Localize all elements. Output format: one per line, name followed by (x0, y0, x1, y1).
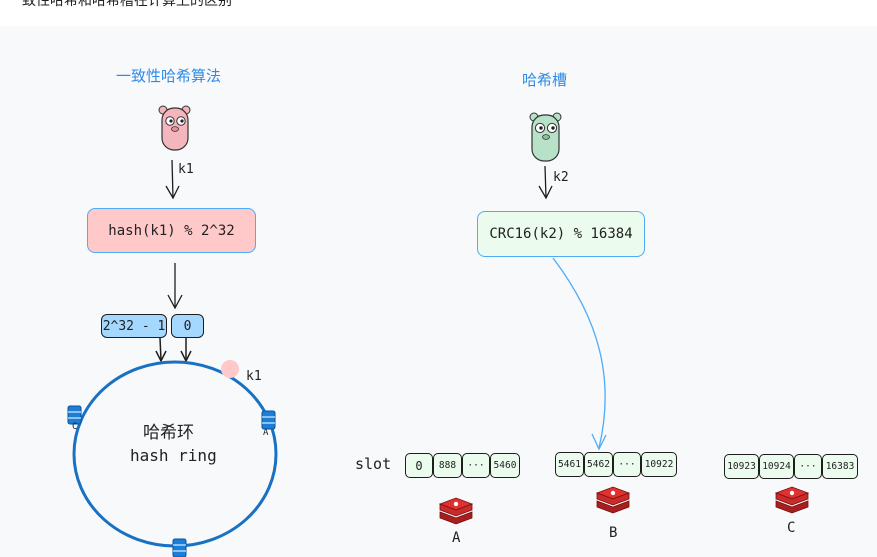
hash-formula-text: hash(k1) % 2^32 (108, 222, 235, 239)
ring-max-text: 2^32 - 1 (102, 318, 166, 334)
node-label-c: C (72, 422, 78, 432)
right-key-label: k2 (553, 170, 569, 185)
slot-cell: 0 (405, 453, 433, 478)
gopher-pink-icon (158, 105, 191, 151)
slot-cell: ··· (462, 453, 490, 478)
crc-formula-box: CRC16(k2) % 16384 (477, 211, 645, 257)
ring-zero-chip: 0 (171, 314, 204, 338)
crc-formula-text: CRC16(k2) % 16384 (489, 226, 633, 242)
database-icon (261, 410, 276, 430)
redis-icon (774, 486, 810, 514)
slot-cell: 10922 (641, 452, 677, 477)
arrow-gopher-to-crc (538, 165, 553, 200)
ring-zero-text: 0 (183, 318, 192, 334)
node-label-a: A (263, 428, 269, 438)
ring-point-k1 (221, 360, 239, 378)
arrow-crc-to-slot (552, 257, 607, 451)
slot-cell: 5460 (490, 453, 520, 478)
slot-cell: 5461 (555, 452, 584, 477)
slot-cell: 10924 (759, 454, 794, 479)
redis-icon (595, 486, 631, 514)
group-label-a: A (452, 530, 461, 546)
database-icon (172, 538, 187, 557)
left-key-label: k1 (178, 162, 194, 177)
ring-max-chip: 2^32 - 1 (101, 314, 167, 338)
ring-point-label: k1 (246, 369, 262, 384)
gopher-green-icon (529, 112, 562, 162)
ring-label-cn: 哈希环 (143, 423, 194, 443)
left-title: 一致性哈希算法 (116, 67, 222, 85)
slot-cell: ··· (613, 452, 641, 477)
slot-cell: 5462 (584, 452, 613, 477)
slot-cell: ··· (794, 454, 822, 479)
arrow-hash-to-ring (167, 263, 183, 310)
group-label-c: C (787, 520, 796, 536)
hash-formula-box: hash(k1) % 2^32 (87, 208, 256, 253)
right-title: 哈希槽 (522, 71, 568, 89)
ring-label-en: hash ring (130, 446, 217, 465)
slot-cell: 16383 (822, 454, 858, 479)
group-label-b: B (609, 525, 618, 541)
slot-cell: 10923 (724, 454, 759, 479)
redis-icon (438, 497, 474, 525)
arrows-chips-to-ring (155, 337, 192, 363)
slot-cell: 888 (433, 453, 462, 478)
slot-label: slot (355, 455, 392, 473)
